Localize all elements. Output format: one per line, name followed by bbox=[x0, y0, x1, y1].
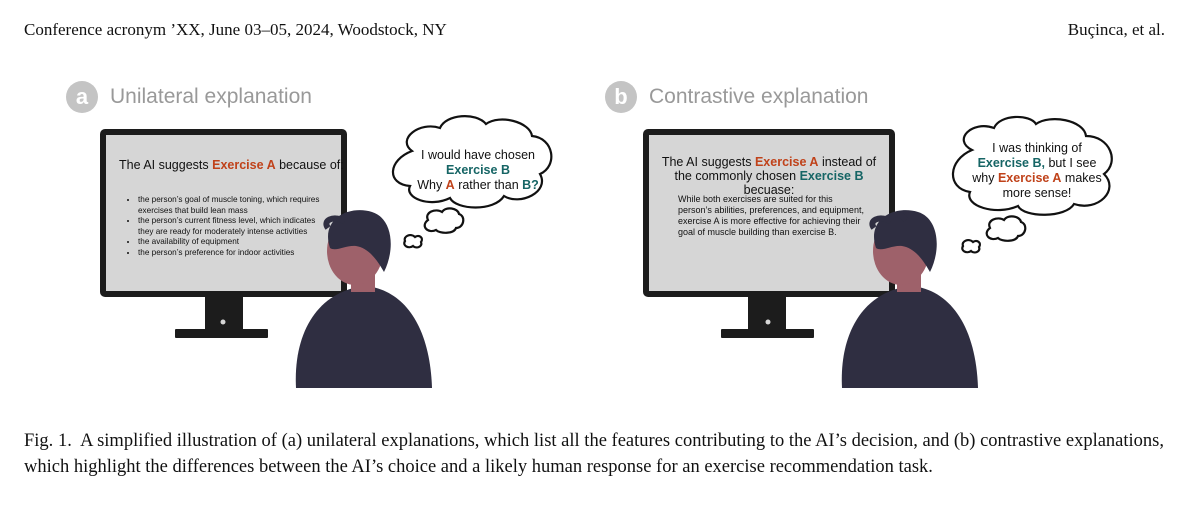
panel-b-bubble-line1: I was thinking of bbox=[992, 141, 1082, 155]
panel-a-bubble-line1: I would have chosen bbox=[421, 148, 535, 162]
panel-a-reason-item: the person’s goal of muscle toning, whic… bbox=[138, 195, 332, 216]
panel-b-bubble-makes: makes bbox=[1064, 171, 1102, 185]
panel-a-reason-item: the availability of equipment bbox=[138, 237, 332, 248]
panel-b-screen-body: While both exercises are suited for this… bbox=[678, 194, 864, 237]
panel-b-bubble-why: why bbox=[972, 171, 995, 185]
panel-a-screen-intro: The AI suggests bbox=[119, 158, 209, 172]
panel-a-bubble-a: A bbox=[445, 178, 455, 192]
panel-b-screen-instead: instead of bbox=[821, 155, 877, 169]
panel-b-screen-alt: Exercise B bbox=[799, 169, 864, 183]
panel-b-bubble-but: but I see bbox=[1048, 156, 1097, 170]
panel-a-screen-heading: The AI suggests Exercise A because of: bbox=[119, 158, 344, 172]
panel-a-reason-item: the person’s preference for indoor activ… bbox=[138, 248, 332, 259]
panel-b-screen-choice: Exercise A bbox=[754, 155, 819, 169]
panel-b-bubble-alt: Exercise B, bbox=[977, 156, 1045, 170]
panel-a-bubble-text: I would have chosen Exercise B Why A rat… bbox=[404, 148, 552, 193]
panel-b-bubble-choice: Exercise A bbox=[997, 171, 1062, 185]
panel-a-screen-because: because of: bbox=[279, 158, 344, 172]
panel-a-reasons: the person’s goal of muscle toning, whic… bbox=[122, 195, 332, 258]
panel-b-bubble-end: more sense! bbox=[1002, 186, 1072, 200]
panel-a-screen-choice: Exercise A bbox=[212, 158, 276, 172]
figure-caption-text: A simplified illustration of (a) unilate… bbox=[24, 431, 1164, 477]
panel-b-screen-common: the commonly chosen bbox=[674, 169, 797, 183]
figure-caption-label: Fig. 1. bbox=[24, 431, 72, 451]
panel-a-bubble-rather: rather than bbox=[458, 178, 519, 192]
panel-a-reason-item: the person’s current fitness level, whic… bbox=[138, 216, 332, 237]
panel-a-bubble-choice: Exercise B bbox=[446, 163, 510, 177]
panel-a-bubble-line3: Why A rather than B? bbox=[404, 178, 552, 193]
panel-b-screen-intro: The AI suggests bbox=[661, 155, 752, 169]
panel-a-bubble-why: Why bbox=[417, 178, 443, 192]
panel-a-bubble-b: B? bbox=[522, 178, 539, 192]
panel-b-screen-heading: The AI suggests Exercise A instead of th… bbox=[651, 155, 887, 197]
figure-caption: Fig. 1. A simplified illustration of (a)… bbox=[24, 428, 1164, 480]
panel-b-bubble-text: I was thinking of Exercise B, but I see … bbox=[962, 141, 1112, 201]
